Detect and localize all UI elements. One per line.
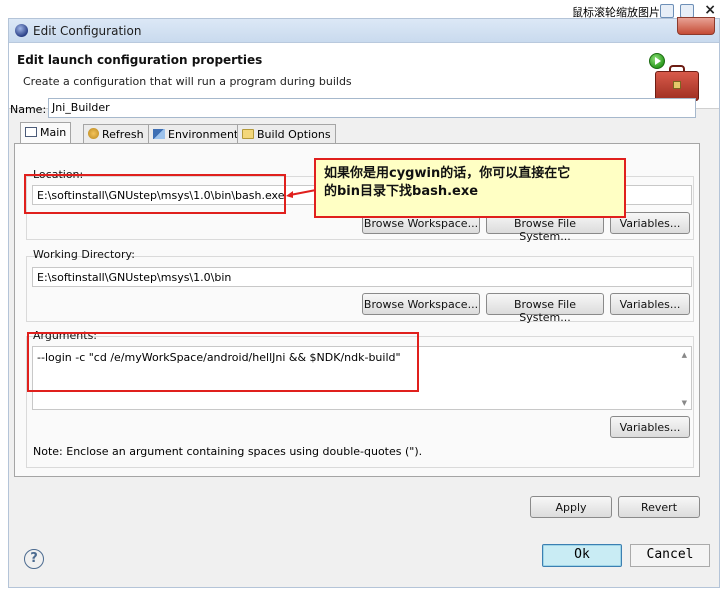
annotation-line-1: 如果你是用cygwin的话，你可以直接在它 (324, 166, 571, 181)
ok-button[interactable]: Ok (542, 544, 622, 567)
build-options-icon (242, 129, 254, 139)
name-label: Name: (10, 103, 47, 116)
tab-build-options-label: Build Options (257, 128, 331, 141)
apply-button[interactable]: Apply (530, 496, 612, 518)
tab-refresh-label: Refresh (102, 128, 144, 141)
annotation-arrow (286, 189, 317, 198)
arguments-variables-button[interactable]: Variables... (610, 416, 690, 438)
window-close-button[interactable] (677, 17, 715, 35)
header-title: Edit launch configuration properties (17, 53, 263, 67)
revert-button[interactable]: Revert (618, 496, 700, 518)
toolbox-latch-icon (673, 81, 681, 89)
environment-icon (153, 129, 165, 139)
refresh-icon (88, 128, 99, 139)
working-directory-browse-workspace-button[interactable]: Browse Workspace... (362, 293, 480, 315)
tab-environment-label: Environment (168, 128, 239, 141)
main-tab-icon (25, 127, 37, 137)
viewer-actual-size-icon[interactable] (680, 4, 694, 18)
cancel-button[interactable]: Cancel (630, 544, 710, 567)
scroll-up-arrow-icon[interactable]: ▲ (682, 351, 687, 359)
annotation-callout: 如果你是用cygwin的话，你可以直接在它 的bin目录下找bash.exe (314, 158, 626, 218)
working-directory-field[interactable]: E:\softinstall\GNUstep\msys\1.0\bin (32, 267, 692, 287)
tab-environment[interactable]: Environment (148, 124, 244, 143)
viewer-fit-icon[interactable] (660, 4, 674, 18)
tab-refresh[interactable]: Refresh (83, 124, 149, 143)
working-directory-variables-button[interactable]: Variables... (610, 293, 690, 315)
run-arrow-icon (655, 57, 661, 65)
tab-build-options[interactable]: Build Options (237, 124, 336, 143)
annotation-line-2: 的bin目录下找bash.exe (324, 184, 479, 199)
tab-main-label: Main (40, 126, 67, 139)
arguments-note: Note: Enclose an argument containing spa… (33, 445, 423, 458)
window-title: Edit Configuration (33, 24, 142, 38)
scroll-down-arrow-icon[interactable]: ▼ (682, 399, 687, 407)
location-highlight-box (24, 174, 286, 214)
title-bar: Edit Configuration (9, 17, 719, 43)
eclipse-icon (15, 24, 28, 37)
arguments-highlight-box (27, 332, 419, 392)
viewer-close-icon[interactable]: × (704, 2, 716, 18)
working-directory-browse-file-system-button[interactable]: Browse File System... (486, 293, 604, 324)
tab-main[interactable]: Main (20, 122, 72, 144)
name-input[interactable]: Jni_Builder (48, 98, 696, 118)
help-icon[interactable]: ? (24, 549, 44, 569)
header-description: Create a configuration that will run a p… (23, 75, 352, 88)
working-directory-label: Working Directory: (33, 248, 135, 261)
